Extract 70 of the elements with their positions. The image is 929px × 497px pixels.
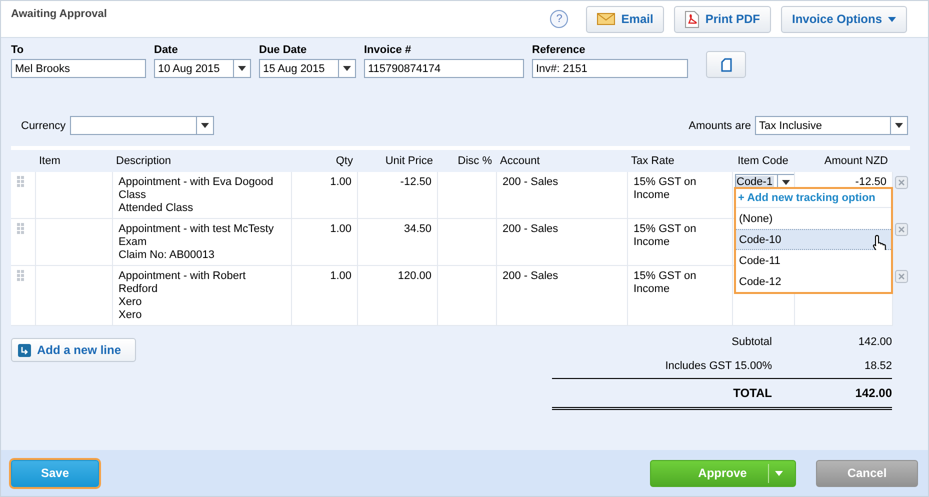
column-header: Account xyxy=(496,148,627,172)
text-field[interactable]: Mel Brooks xyxy=(11,59,146,78)
amount-cell: -12.50 xyxy=(855,176,886,188)
delete-icon[interactable] xyxy=(894,222,908,236)
tax-rate-cell: 15% GST on Income xyxy=(634,176,696,201)
caret-icon xyxy=(200,123,209,128)
caret-icon xyxy=(895,123,903,128)
email-button[interactable]: Email xyxy=(586,6,664,32)
field-label: To xyxy=(11,44,25,56)
field-label: Invoice # xyxy=(364,44,412,56)
column-header: Amount NZD xyxy=(794,148,892,172)
column-header: Disc % xyxy=(437,148,496,172)
amounts-select[interactable]: Tax Inclusive xyxy=(755,116,908,135)
column-header: Item Code xyxy=(732,148,794,172)
unit-price-cell: -12.50 xyxy=(400,176,432,188)
total-label: Includes GST 15.00% xyxy=(664,360,772,372)
unit-price-cell: 120.00 xyxy=(398,270,432,282)
pdf-document-icon xyxy=(685,10,700,28)
column-header: Item xyxy=(35,148,112,172)
help-icon[interactable]: ? xyxy=(550,10,568,28)
date-field[interactable]: 10 Aug 2015 xyxy=(154,59,251,78)
envelope-icon xyxy=(597,13,616,25)
column-header: Tax Rate xyxy=(627,148,732,172)
total-value: 142.00 xyxy=(857,336,892,348)
dropdown-option[interactable]: Code-10 xyxy=(736,229,891,250)
caret-icon xyxy=(775,470,783,476)
total-value: 18.52 xyxy=(863,360,892,372)
add-line-button[interactable]: Add a new line xyxy=(11,338,136,362)
tax-rate-cell: 15% GST on Income xyxy=(634,223,696,248)
field-label: Reference xyxy=(532,44,586,56)
caret-icon xyxy=(888,16,896,22)
description-cell: Appointment - with Eva Dogood Class Attended Class xyxy=(118,176,274,214)
drag-handle-icon[interactable] xyxy=(17,270,24,281)
drag-handle-icon[interactable] xyxy=(17,223,24,234)
currency-select[interactable] xyxy=(70,116,214,135)
drag-handle-icon[interactable] xyxy=(17,176,24,187)
account-cell: 200 - Sales xyxy=(502,223,558,235)
unit-price-cell: 34.50 xyxy=(404,223,432,235)
account-cell: 200 - Sales xyxy=(502,176,558,188)
caret-icon xyxy=(238,66,246,71)
print-pdf-button[interactable]: Print PDF xyxy=(674,6,771,32)
amounts-label: Amounts are xyxy=(688,120,751,132)
field-label: Due Date xyxy=(259,44,308,56)
total-label: TOTAL xyxy=(732,386,772,400)
qty-cell: 1.00 xyxy=(330,270,352,282)
description-cell: Appointment - with test McTesty Exam Claim No: AB00013 xyxy=(118,223,274,261)
field-label: Date xyxy=(154,44,179,56)
qty-cell: 1.00 xyxy=(330,223,352,235)
document-icon xyxy=(720,58,732,72)
tax-rate-cell: 15% GST on Income xyxy=(634,270,696,295)
description-cell: Appointment - with Robert Redford Xero Xero xyxy=(118,270,246,321)
total-label: Subtotal xyxy=(730,336,772,348)
column-header: Qty xyxy=(291,148,357,172)
copy-button[interactable] xyxy=(706,51,746,78)
caret-icon xyxy=(343,66,351,71)
caret-icon xyxy=(782,180,790,185)
status-title: Awaiting Approval xyxy=(11,8,108,20)
column-header: Description xyxy=(112,148,291,172)
delete-icon[interactable] xyxy=(894,270,908,282)
delete-icon[interactable] xyxy=(894,176,908,189)
add-line-icon xyxy=(18,344,31,356)
account-cell: 200 - Sales xyxy=(502,270,558,282)
total-value: 142.00 xyxy=(854,386,892,400)
currency-label: Currency xyxy=(21,120,66,132)
options-menu-button[interactable]: Invoice Options xyxy=(780,6,907,32)
text-field[interactable]: 115790874174 xyxy=(364,59,524,78)
qty-cell: 1.00 xyxy=(330,176,352,188)
date-field[interactable]: 15 Aug 2015 xyxy=(259,59,356,78)
column-header: Unit Price xyxy=(357,148,437,172)
text-field[interactable]: Inv#: 2151 xyxy=(532,59,688,78)
